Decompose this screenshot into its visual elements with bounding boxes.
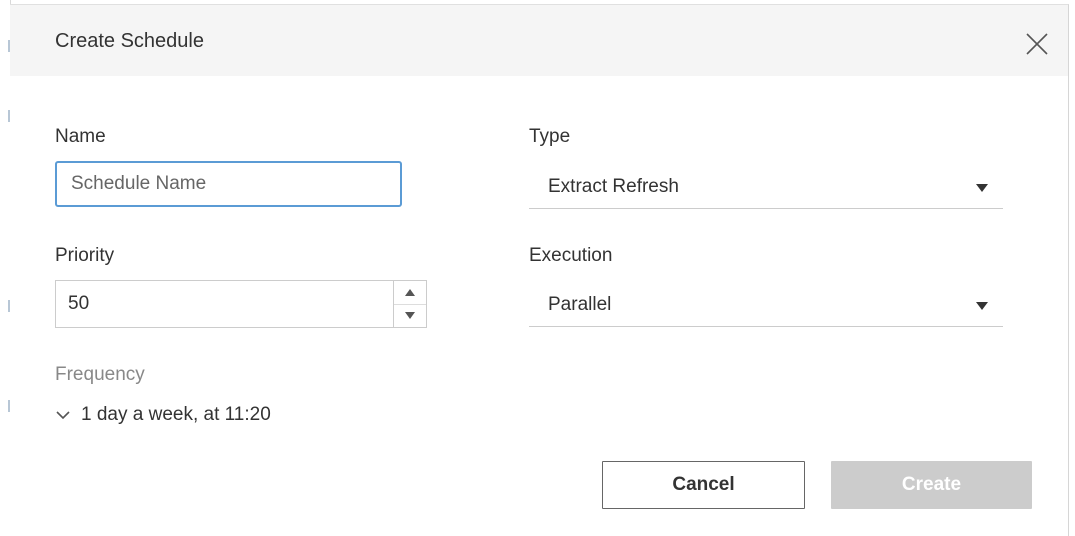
type-label: Type [529, 126, 571, 147]
priority-decrement-button[interactable] [394, 304, 426, 327]
caret-down-icon [976, 302, 988, 310]
frequency-summary: 1 day a week, at 11:20 [81, 404, 271, 425]
frequency-toggle[interactable]: 1 day a week, at 11:20 [55, 401, 271, 429]
frequency-label: Frequency [55, 364, 145, 385]
type-selected-value: Extract Refresh [548, 176, 679, 197]
priority-label: Priority [55, 245, 115, 266]
name-label: Name [55, 126, 106, 147]
dialog-title: Create Schedule [55, 30, 204, 52]
chevron-down-icon [56, 411, 70, 420]
schedule-name-input[interactable] [55, 161, 402, 207]
dialog-header: Create Schedule [10, 5, 1068, 76]
create-button[interactable]: Create [831, 461, 1032, 509]
cancel-button[interactable]: Cancel [602, 461, 805, 509]
stepper-buttons [393, 281, 426, 327]
close-button[interactable] [1024, 31, 1050, 57]
priority-value[interactable]: 50 [68, 293, 89, 315]
arrow-up-icon [405, 289, 415, 296]
execution-select[interactable]: Parallel [529, 284, 1003, 327]
close-icon [1026, 33, 1048, 55]
priority-increment-button[interactable] [394, 281, 426, 305]
create-schedule-dialog: Create Schedule Name Type Extract Refres… [10, 4, 1069, 536]
type-select[interactable]: Extract Refresh [529, 166, 1003, 209]
execution-selected-value: Parallel [548, 294, 612, 315]
priority-stepper[interactable]: 50 [55, 280, 427, 328]
arrow-down-icon [405, 312, 415, 319]
execution-label: Execution [529, 245, 613, 266]
caret-down-icon [976, 184, 988, 192]
